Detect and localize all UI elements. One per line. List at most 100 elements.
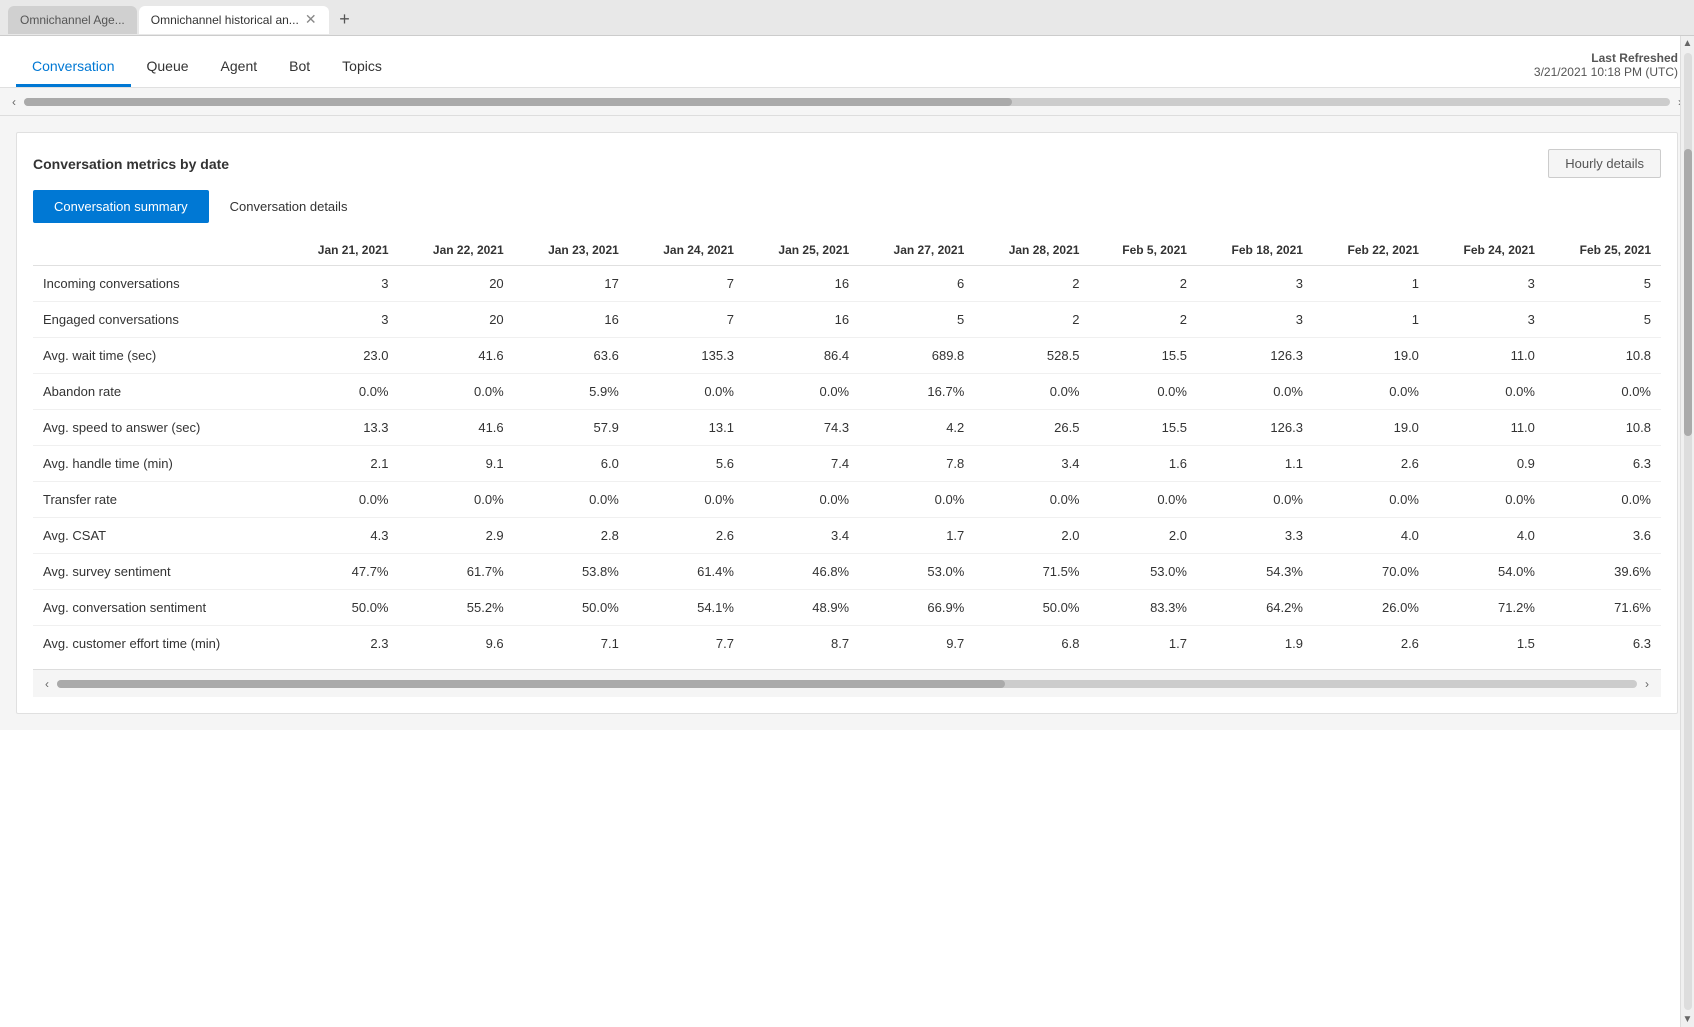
metric-value: 3 (283, 266, 398, 302)
metric-value: 1 (1313, 302, 1429, 338)
tab-conversation-details[interactable]: Conversation details (209, 190, 369, 223)
metric-value: 2.6 (629, 518, 744, 554)
metric-value: 10.8 (1545, 338, 1661, 374)
metric-value: 0.0% (1429, 482, 1545, 518)
new-tab-button[interactable]: + (331, 6, 359, 34)
metric-value: 1.5 (1429, 626, 1545, 662)
metric-value: 6.8 (974, 626, 1089, 662)
nav-tab-agent[interactable]: Agent (205, 44, 274, 87)
metric-value: 6.0 (514, 446, 629, 482)
metric-value: 0.0% (1197, 374, 1313, 410)
scroll-down-btn[interactable]: ▼ (1681, 1012, 1694, 1027)
metric-value: 3 (283, 302, 398, 338)
vertical-scrollbar[interactable]: ▲ ▼ (1680, 36, 1694, 1027)
scroll-up-btn[interactable]: ▲ (1681, 36, 1694, 51)
metric-value: 63.6 (514, 338, 629, 374)
hourly-details-button[interactable]: Hourly details (1548, 149, 1661, 178)
metric-value: 0.0% (744, 374, 859, 410)
metric-value: 46.8% (744, 554, 859, 590)
nav-tab-conversation[interactable]: Conversation (16, 44, 131, 87)
metric-value: 86.4 (744, 338, 859, 374)
metric-name: Avg. conversation sentiment (33, 590, 283, 626)
metric-name: Avg. CSAT (33, 518, 283, 554)
metric-value: 16 (744, 266, 859, 302)
col-header-date: Jan 25, 2021 (744, 235, 859, 266)
metric-value: 0.0% (514, 482, 629, 518)
metric-name: Avg. handle time (min) (33, 446, 283, 482)
col-header-date: Jan 23, 2021 (514, 235, 629, 266)
metrics-panel: Conversation metrics by date Hourly deta… (16, 132, 1678, 714)
metric-name: Engaged conversations (33, 302, 283, 338)
metric-value: 7.4 (744, 446, 859, 482)
metric-value: 7 (629, 302, 744, 338)
col-header-date: Feb 18, 2021 (1197, 235, 1313, 266)
metric-value: 10.8 (1545, 410, 1661, 446)
metric-value: 1.7 (1089, 626, 1197, 662)
metric-name: Incoming conversations (33, 266, 283, 302)
metric-value: 2.1 (283, 446, 398, 482)
table-row: Avg. wait time (sec)23.041.663.6135.386.… (33, 338, 1661, 374)
metric-value: 66.9% (859, 590, 974, 626)
metric-value: 0.0% (974, 374, 1089, 410)
tab-label: Omnichannel Age... (20, 13, 125, 27)
metric-value: 64.2% (1197, 590, 1313, 626)
horizontal-scrollbar-top[interactable]: ‹ › (0, 88, 1694, 116)
tab-conversation-summary[interactable]: Conversation summary (33, 190, 209, 223)
nav-tab-queue[interactable]: Queue (131, 44, 205, 87)
metric-value: 2.0 (974, 518, 1089, 554)
metric-value: 7.7 (629, 626, 744, 662)
metric-value: 0.0% (1545, 482, 1661, 518)
table-header: Jan 21, 2021Jan 22, 2021Jan 23, 2021Jan … (33, 235, 1661, 266)
metric-value: 0.0% (1429, 374, 1545, 410)
scroll-track-bottom[interactable] (57, 680, 1637, 688)
metric-value: 0.0% (1313, 482, 1429, 518)
metric-value: 3.3 (1197, 518, 1313, 554)
top-navigation: Conversation Queue Agent Bot Topics Last… (0, 36, 1694, 88)
col-header-date: Feb 22, 2021 (1313, 235, 1429, 266)
metric-value: 61.7% (399, 554, 514, 590)
scroll-thumb-bottom (57, 680, 1005, 688)
tab-omnichannel-historical[interactable]: Omnichannel historical an... ✕ (139, 6, 329, 34)
metric-value: 15.5 (1089, 410, 1197, 446)
tab-omnichannel-agent[interactable]: Omnichannel Age... (8, 6, 137, 34)
metric-value: 0.0% (1545, 374, 1661, 410)
scroll-left-btn-bottom[interactable]: ‹ (41, 677, 53, 691)
metric-name: Avg. speed to answer (sec) (33, 410, 283, 446)
browser-tab-bar: Omnichannel Age... Omnichannel historica… (0, 0, 1694, 36)
metric-value: 0.0% (744, 482, 859, 518)
metric-value: 9.1 (399, 446, 514, 482)
scroll-track-top[interactable] (24, 98, 1670, 106)
metric-value: 71.2% (1429, 590, 1545, 626)
metric-value: 20 (399, 302, 514, 338)
scroll-track-right[interactable] (1684, 53, 1692, 1010)
scroll-right-btn-bottom[interactable]: › (1641, 677, 1653, 691)
metrics-table: Jan 21, 2021Jan 22, 2021Jan 23, 2021Jan … (33, 235, 1661, 661)
metric-value: 16.7% (859, 374, 974, 410)
metric-value: 50.0% (283, 590, 398, 626)
metric-value: 16 (514, 302, 629, 338)
metric-value: 7.1 (514, 626, 629, 662)
tab-close-icon[interactable]: ✕ (305, 11, 317, 28)
metric-value: 26.0% (1313, 590, 1429, 626)
metric-value: 0.0% (399, 374, 514, 410)
col-header-date: Feb 25, 2021 (1545, 235, 1661, 266)
metric-value: 3.6 (1545, 518, 1661, 554)
metric-value: 3 (1429, 266, 1545, 302)
metric-value: 1.9 (1197, 626, 1313, 662)
metric-value: 6 (859, 266, 974, 302)
metric-value: 3 (1429, 302, 1545, 338)
metric-value: 5 (1545, 266, 1661, 302)
col-header-date: Feb 5, 2021 (1089, 235, 1197, 266)
table-row: Transfer rate0.0%0.0%0.0%0.0%0.0%0.0%0.0… (33, 482, 1661, 518)
nav-tab-bot[interactable]: Bot (273, 44, 326, 87)
metric-value: 126.3 (1197, 338, 1313, 374)
metric-value: 1 (1313, 266, 1429, 302)
metric-value: 26.5 (974, 410, 1089, 446)
scroll-left-btn[interactable]: ‹ (8, 95, 20, 109)
metric-value: 1.7 (859, 518, 974, 554)
metric-value: 17 (514, 266, 629, 302)
metric-value: 39.6% (1545, 554, 1661, 590)
nav-tab-topics[interactable]: Topics (326, 44, 398, 87)
horizontal-scrollbar-bottom[interactable]: ‹ › (33, 669, 1661, 697)
main-content: Conversation metrics by date Hourly deta… (0, 116, 1694, 730)
